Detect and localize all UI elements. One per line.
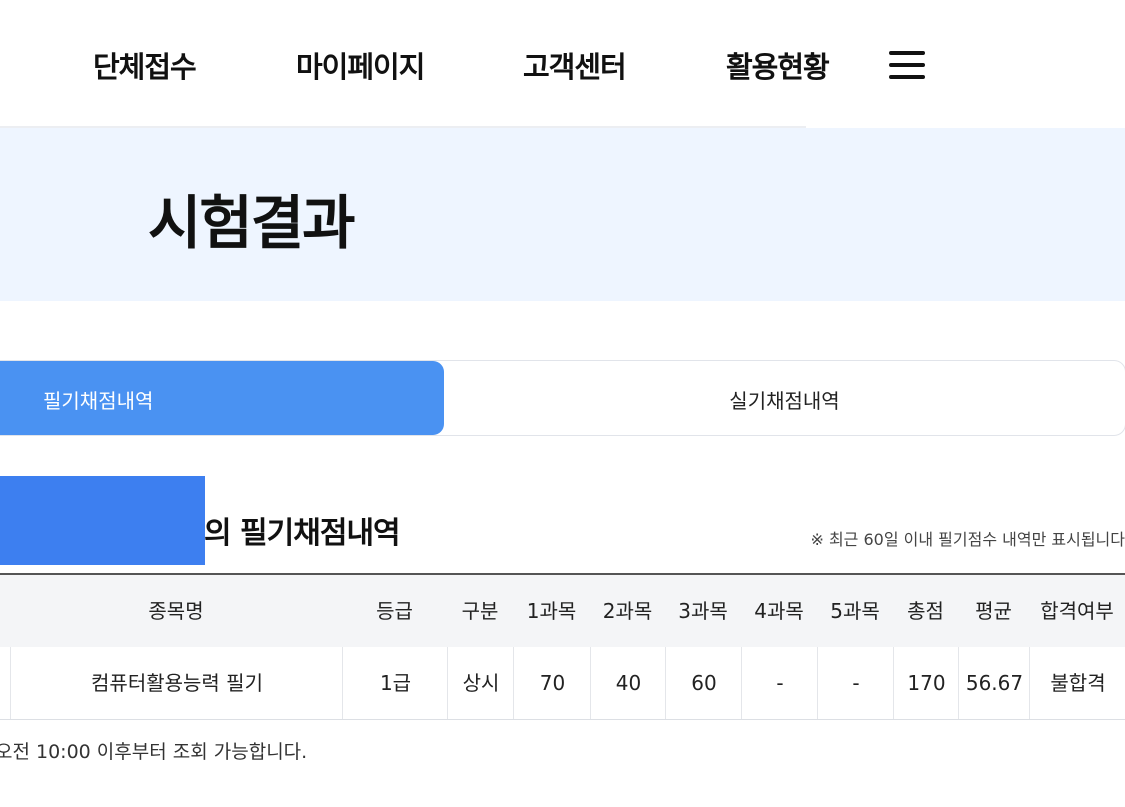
top-nav: 단체접수 마이페이지 고객센터 활용현황 bbox=[0, 0, 1125, 128]
footnote: 오전 10:00 이후부터 조회 가능합니다. bbox=[0, 741, 308, 763]
hamburger-menu-icon[interactable] bbox=[889, 51, 925, 79]
cell-total: 170 bbox=[893, 647, 959, 719]
redacted-name-block bbox=[0, 476, 205, 565]
header-subject-3: 3과목 bbox=[678, 599, 728, 623]
header-type: 구분 bbox=[461, 599, 499, 623]
header-pass-status: 합격여부 bbox=[1040, 599, 1114, 623]
nav-item-customer-center[interactable]: 고객센터 bbox=[523, 44, 627, 86]
header-subject-1: 1과목 bbox=[526, 599, 577, 623]
header-subject-5: 5과목 bbox=[830, 599, 880, 623]
cell-subject-2: 40 bbox=[590, 647, 666, 719]
nav-item-group-registration[interactable]: 단체접수 bbox=[93, 44, 197, 86]
cell-subject-3: 60 bbox=[665, 647, 742, 719]
nav-item-usage-status[interactable]: 활용현황 bbox=[726, 44, 830, 86]
cell-subject-1: 70 bbox=[513, 647, 591, 719]
tab-practical-results-label: 실기채점내역 bbox=[729, 389, 840, 413]
hero-banner: 시험결과 bbox=[0, 128, 1125, 301]
table-row: 컴퓨터활용능력 필기 1급 상시 70 40 60 - - 170 56.67 … bbox=[0, 647, 1125, 720]
cell-grade: 1급 bbox=[342, 647, 448, 719]
tab-practical-results[interactable]: 실기채점내역 bbox=[444, 361, 1125, 435]
page-title: 시험결과 bbox=[148, 189, 355, 257]
cell-subject-4: - bbox=[741, 647, 818, 719]
retention-notice: ※ 최근 60일 이내 필기점수 내역만 표시됩니다 bbox=[810, 530, 1125, 549]
cell-subject: 컴퓨터활용능력 필기 bbox=[10, 647, 343, 719]
cell-subject-5: - bbox=[817, 647, 894, 719]
header-subject-2: 2과목 bbox=[602, 599, 653, 623]
table-header-row: 종목명 등급 구분 1과목 2과목 3과목 4과목 5과목 총점 평균 합격여부 bbox=[0, 573, 1125, 647]
header-grade: 등급 bbox=[376, 599, 413, 623]
cell-pass-status: 불합격 bbox=[1029, 647, 1125, 719]
header-subject-4: 4과목 bbox=[754, 599, 804, 623]
cell-average: 56.67 bbox=[958, 647, 1030, 719]
header-total: 총점 bbox=[907, 599, 944, 623]
tab-written-results-label: 필기채점내역 bbox=[43, 389, 154, 413]
tab-written-results[interactable]: 필기채점내역 bbox=[0, 361, 444, 435]
cell-type: 상시 bbox=[447, 647, 514, 719]
header-subject: 종목명 bbox=[148, 599, 204, 623]
nav-item-mypage[interactable]: 마이페이지 bbox=[296, 44, 425, 86]
header-average: 평균 bbox=[975, 599, 1012, 623]
result-tabs: 필기채점내역 실기채점내역 bbox=[0, 360, 1125, 436]
section-title: 의 필기채점내역 bbox=[204, 516, 401, 551]
